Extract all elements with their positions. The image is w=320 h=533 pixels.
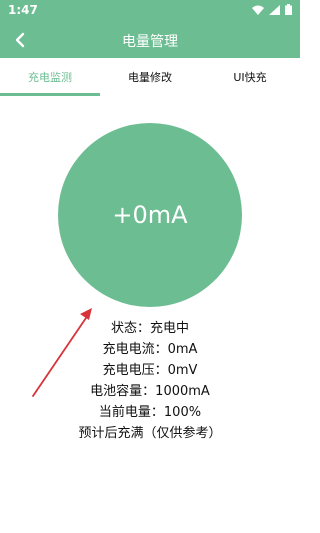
- charge-voltage-line: 充电电压：0mV: [102, 363, 198, 378]
- estimated-full-line: 预计后充满（仅供参考）: [78, 426, 222, 441]
- battery-info: 状态：充电中 充电电流：0mA 充电电压：0mV 电池容量：1000mA 当前电…: [0, 318, 300, 444]
- current-level-line: 当前电量：100%: [98, 405, 202, 420]
- battery-capacity-line: 电池容量：1000mA: [90, 384, 210, 399]
- charge-current-line: 充电电流：0mA: [102, 342, 198, 357]
- status-line: 状态：充电中: [110, 321, 189, 336]
- annotation-arrow: [32, 308, 92, 397]
